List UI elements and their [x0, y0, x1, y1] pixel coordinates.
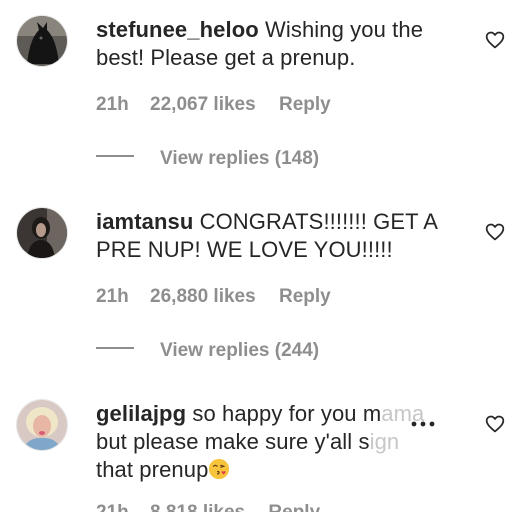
view-replies-label: View replies (244): [160, 340, 320, 361]
avatar[interactable]: [16, 399, 68, 451]
comment-body-line2: PRE NUP! WE LOVE YOU!!!!!: [96, 237, 393, 262]
replies-divider: [96, 346, 134, 349]
more-horizontal-icon[interactable]: [410, 418, 436, 430]
avatar-image: [17, 208, 67, 258]
comment-time[interactable]: 21h: [96, 286, 129, 308]
comment-meta: 21h 8,818 likes Reply: [96, 502, 320, 512]
avatar[interactable]: [16, 15, 68, 67]
kiss-emoji-icon: [209, 458, 230, 480]
reply-button[interactable]: Reply: [279, 94, 331, 116]
comment-meta: 21h 22,067 likes Reply: [96, 94, 331, 116]
comment-username[interactable]: stefunee_heloo: [96, 17, 259, 42]
comment-time[interactable]: 21h: [96, 502, 129, 512]
view-replies-button[interactable]: View replies (244): [96, 340, 319, 362]
comment-likes[interactable]: 26,880 likes: [150, 286, 256, 308]
comment-body: CONGRATS!!!!!!! GET A: [199, 209, 439, 234]
avatar-image: [17, 16, 67, 66]
comment-likes[interactable]: 8,818 likes: [150, 502, 245, 512]
heart-outline-icon[interactable]: [485, 414, 505, 434]
avatar-image: [17, 400, 67, 450]
reply-button[interactable]: Reply: [279, 286, 331, 308]
comment-username[interactable]: gelilajpg: [96, 401, 186, 426]
comment-body: Wishing you the: [265, 17, 424, 42]
replies-divider: [96, 154, 134, 157]
comment-likes[interactable]: 22,067 likes: [150, 94, 256, 116]
comments-feed: stefunee_heloo Wishing you the best! Ple…: [0, 0, 518, 512]
comment-username[interactable]: iamtansu: [96, 209, 193, 234]
heart-outline-icon[interactable]: [485, 222, 505, 242]
view-replies-label: View replies (148): [160, 148, 320, 169]
comment-text: gelilajpg so happy for you mama but plea…: [96, 400, 466, 484]
comment-body-line3: that prenup: [96, 457, 209, 482]
comment-meta: 21h 26,880 likes Reply: [96, 286, 331, 308]
heart-outline-icon[interactable]: [485, 30, 505, 50]
comment-body-line2: best! Please get a prenup.: [96, 45, 356, 70]
comment-body-line2: but please make sure y'all s: [96, 429, 370, 454]
comment-time[interactable]: 21h: [96, 94, 129, 116]
comment-body: so happy for you m: [192, 401, 382, 426]
comment-text: stefunee_heloo Wishing you the best! Ple…: [96, 16, 466, 72]
comment-text: iamtansu CONGRATS!!!!!!! GET A PRE NUP! …: [96, 208, 466, 264]
avatar[interactable]: [16, 207, 68, 259]
view-replies-button[interactable]: View replies (148): [96, 148, 319, 170]
reply-button[interactable]: Reply: [268, 502, 320, 512]
comment-body-line2-faded: ign: [369, 429, 400, 454]
